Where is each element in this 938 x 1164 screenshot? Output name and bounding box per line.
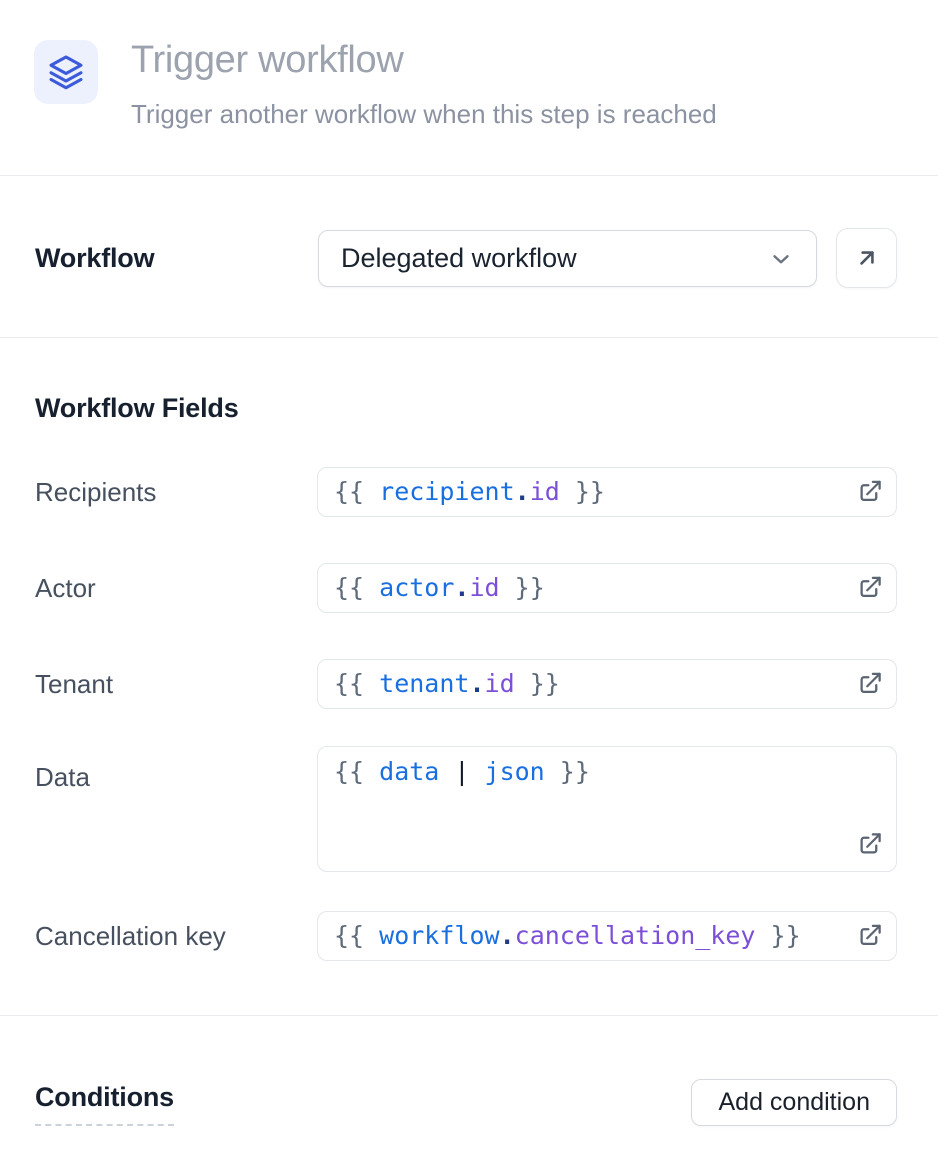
external-link-icon[interactable]: [856, 923, 883, 950]
code-token-variable: tenant: [379, 669, 469, 698]
code-token-variable: data: [379, 757, 439, 786]
code-value: {{ recipient.id }}: [334, 468, 605, 516]
arrow-up-right-icon: [854, 245, 880, 271]
workflow-fields-heading: Workflow Fields: [35, 393, 239, 424]
code-token-pipe: |: [439, 757, 484, 786]
code-token-brace: {{: [334, 757, 379, 786]
code-token-property: id: [469, 573, 499, 602]
actor-input[interactable]: {{ actor.id }}: [317, 563, 897, 613]
field-label: Tenant: [35, 659, 113, 709]
code-token-brace: }}: [500, 573, 545, 602]
divider: [0, 1015, 938, 1016]
code-token-brace: }}: [545, 757, 590, 786]
external-link-icon[interactable]: [856, 575, 883, 602]
chevron-down-icon: [768, 246, 794, 272]
external-link-icon[interactable]: [856, 671, 883, 698]
code-token-dot: .: [515, 477, 530, 506]
code-value: {{ workflow.cancellation_key }}: [334, 912, 801, 960]
code-value: {{ data | json }}: [334, 755, 590, 789]
external-link-icon[interactable]: [856, 479, 883, 506]
code-token-property: id: [530, 477, 560, 506]
field-label: Cancellation key: [35, 911, 226, 961]
code-token-dot: .: [500, 921, 515, 950]
code-token-property: cancellation_key: [515, 921, 756, 950]
code-value: {{ actor.id }}: [334, 564, 545, 612]
add-condition-button[interactable]: Add condition: [691, 1079, 897, 1126]
code-token-brace: {{: [334, 921, 379, 950]
workflow-select-label: Workflow: [35, 230, 154, 287]
open-workflow-button[interactable]: [836, 228, 897, 288]
layers-icon: [48, 54, 84, 90]
divider: [0, 337, 938, 338]
code-token-brace: }}: [560, 477, 605, 506]
code-token-brace: }}: [755, 921, 800, 950]
code-token-brace: {{: [334, 477, 379, 506]
code-token-property: id: [485, 669, 515, 698]
cancellation-key-input[interactable]: {{ workflow.cancellation_key }}: [317, 911, 897, 961]
page-subtitle: Trigger another workflow when this step …: [131, 99, 717, 129]
page-title: Trigger workflow: [131, 38, 404, 82]
code-token-brace: {{: [334, 573, 379, 602]
step-icon-box: [34, 40, 98, 104]
conditions-heading: Conditions: [35, 1082, 174, 1126]
conditions-heading-text: Conditions: [35, 1082, 174, 1126]
workflow-select-value: Delegated workflow: [341, 243, 768, 274]
code-token-dot: .: [454, 573, 469, 602]
code-token-dot: .: [469, 669, 484, 698]
code-token-brace: {{: [334, 669, 379, 698]
code-token-variable: recipient: [379, 477, 514, 506]
field-label: Actor: [35, 563, 96, 613]
code-token-variable: json: [485, 757, 545, 786]
code-token-variable: actor: [379, 573, 454, 602]
external-link-icon[interactable]: [856, 831, 883, 858]
code-value: {{ tenant.id }}: [334, 660, 560, 708]
divider: [0, 175, 938, 176]
code-token-variable: workflow: [379, 921, 499, 950]
code-token-brace: }}: [515, 669, 560, 698]
trigger-workflow-panel: Trigger workflow Trigger another workflo…: [0, 0, 938, 1164]
tenant-input[interactable]: {{ tenant.id }}: [317, 659, 897, 709]
recipients-input[interactable]: {{ recipient.id }}: [317, 467, 897, 517]
workflow-select[interactable]: Delegated workflow: [318, 230, 817, 287]
field-label: Data: [35, 764, 90, 814]
field-label: Recipients: [35, 467, 156, 517]
data-input[interactable]: {{ data | json }}: [317, 746, 897, 872]
